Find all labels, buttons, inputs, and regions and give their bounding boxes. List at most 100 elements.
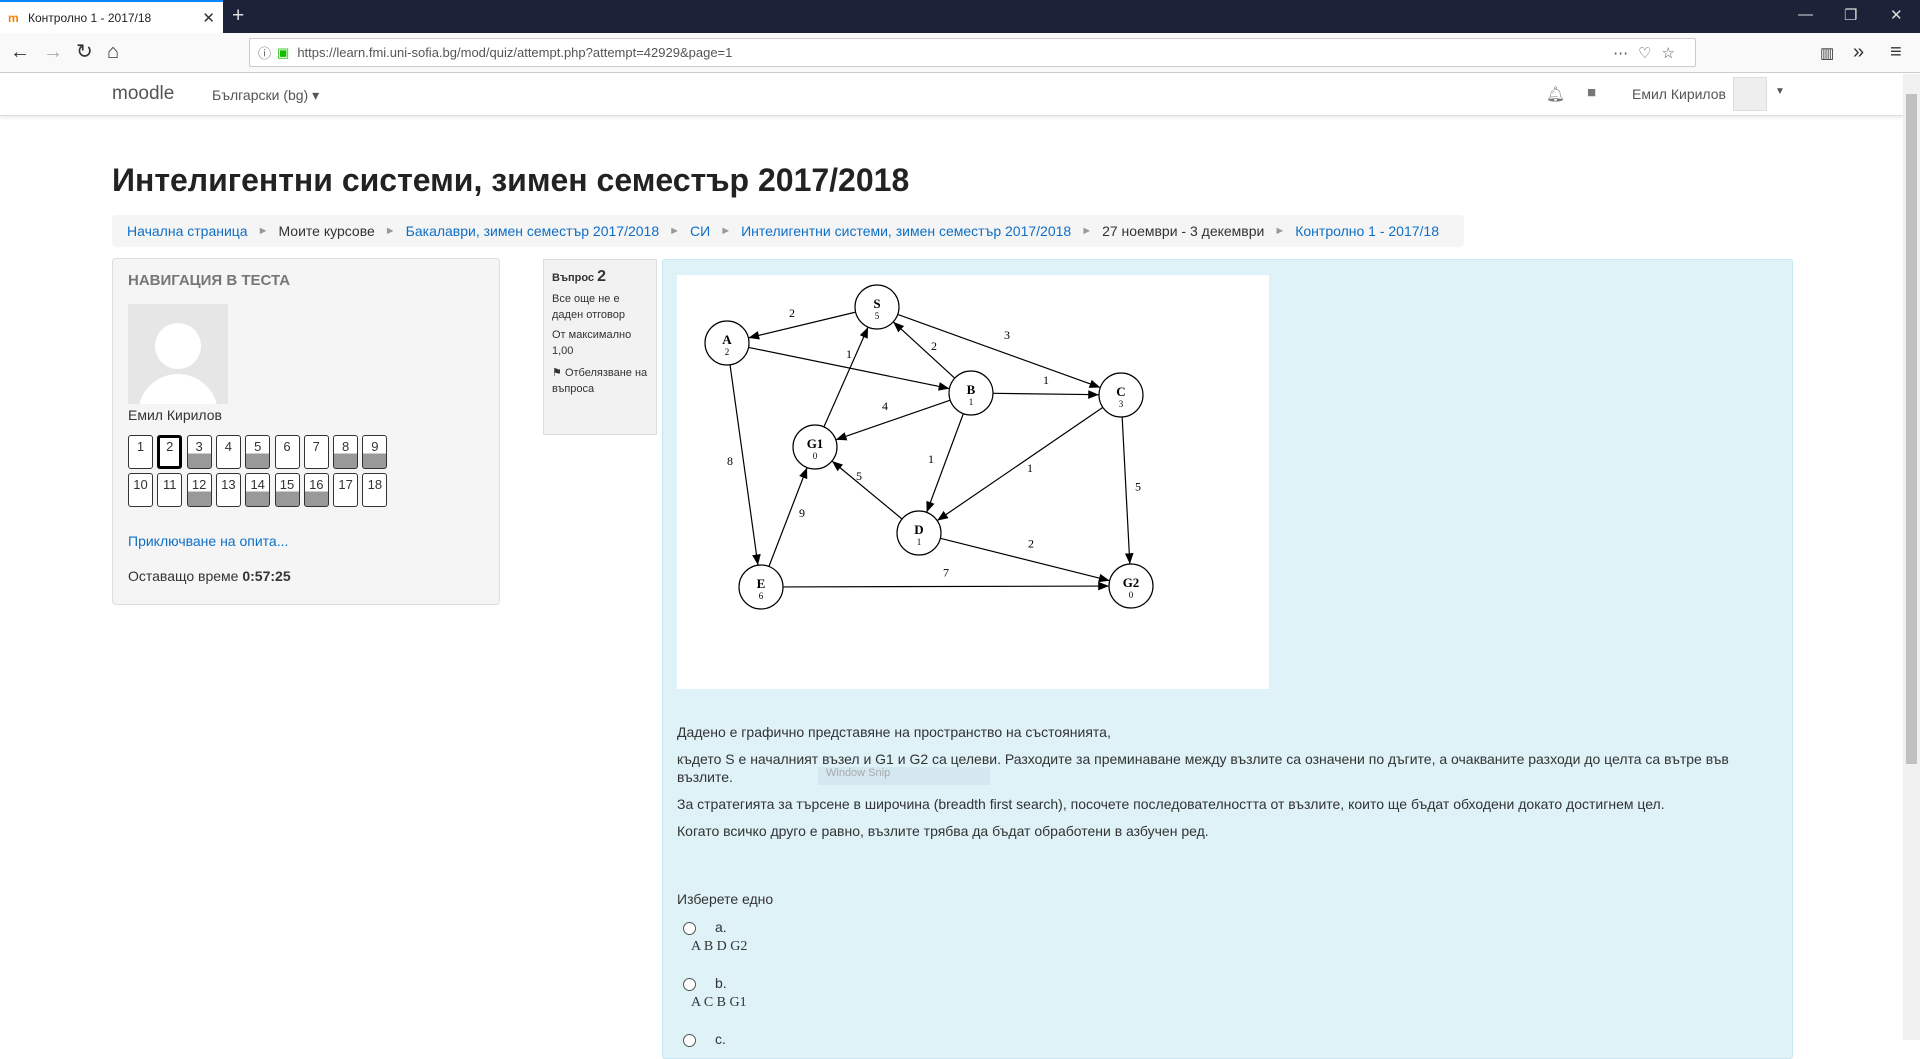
- breadcrumb-separator-icon: ►: [720, 225, 732, 237]
- question-button-4[interactable]: 4: [215, 435, 241, 469]
- question-button-6[interactable]: 6: [274, 435, 300, 469]
- page-scrollbar[interactable]: [1903, 74, 1920, 1040]
- question-button-3[interactable]: 3: [186, 435, 212, 469]
- graph-edge-weight: 2: [931, 339, 937, 353]
- breadcrumb-item[interactable]: Контролно 1 - 2017/18: [1295, 223, 1439, 239]
- breadcrumb-item[interactable]: Бакалаври, зимен семестър 2017/2018: [406, 223, 659, 239]
- radio-c[interactable]: [683, 1034, 696, 1047]
- menu-icon[interactable]: ≡: [1890, 41, 1902, 63]
- moodle-brand[interactable]: moodle: [112, 83, 174, 105]
- graph-edge-weight: 5: [1135, 480, 1141, 494]
- breadcrumb-item[interactable]: Интелигентни системи, зимен семестър 201…: [741, 223, 1071, 239]
- tab-title: Контролно 1 - 2017/18: [28, 10, 152, 25]
- graph-edge-D-G2: [940, 537, 1110, 583]
- question-button-16[interactable]: 16: [303, 473, 329, 507]
- breadcrumb-separator-icon: ►: [669, 225, 681, 237]
- messages-icon[interactable]: ■: [1587, 84, 1596, 101]
- state-space-graph: 23182141155297S5A2B1C3G10D1E6G20: [677, 275, 1269, 689]
- overflow-icon[interactable]: »: [1853, 41, 1864, 63]
- new-tab-icon[interactable]: +: [232, 4, 244, 28]
- minimize-icon[interactable]: —: [1798, 6, 1813, 23]
- question-status: Все още не е даден отговор: [552, 293, 625, 321]
- question-button-12[interactable]: 12: [186, 473, 212, 507]
- window-snip-overlay: Window Snip: [818, 767, 990, 785]
- restore-icon[interactable]: ❐: [1844, 6, 1857, 24]
- question-paragraph-4: Когато всичко друго е равно, възлите тря…: [677, 823, 1209, 839]
- question-button-18[interactable]: 18: [362, 473, 388, 507]
- chevron-down-icon: ▾: [312, 87, 320, 103]
- breadcrumb-separator-icon: ►: [384, 225, 396, 237]
- graph-node-heuristic: 0: [1129, 590, 1134, 600]
- breadcrumb-separator-icon: ►: [1274, 225, 1286, 237]
- question-info: Въпрос 2 Все още не е даден отговор От м…: [543, 259, 657, 435]
- close-window-icon[interactable]: ✕: [1890, 6, 1903, 24]
- breadcrumb-item[interactable]: СИ: [690, 223, 710, 239]
- home-icon[interactable]: ⌂: [107, 41, 119, 63]
- flag-question[interactable]: ⚑ Отбелязване на въпроса: [552, 365, 648, 397]
- graph-node-label: E: [757, 576, 766, 591]
- language-menu[interactable]: Български (bg) ▾: [212, 87, 319, 104]
- moodle-navbar: moodle Български (bg) ▾ 🔔︎ ■ Емил Кирило…: [0, 74, 1903, 116]
- graph-edge-S-C: [897, 313, 1101, 389]
- graph-node-heuristic: 0: [813, 451, 818, 461]
- user-menu-name[interactable]: Емил Кирилов: [1632, 86, 1726, 102]
- info-icon[interactable]: ⓘ: [258, 43, 271, 62]
- graph-node-label: G1: [807, 436, 824, 451]
- finish-attempt-link[interactable]: Приключване на опита...: [128, 533, 288, 549]
- sidebar-icon[interactable]: ▥: [1820, 43, 1834, 65]
- moodle-favicon-icon: m: [8, 10, 19, 25]
- graph-edge-weight: 2: [789, 306, 795, 320]
- flag-icon: ⚑: [552, 367, 562, 379]
- graph-edge-C-D: [936, 406, 1104, 522]
- question-button-17[interactable]: 17: [333, 473, 359, 507]
- question-button-10[interactable]: 10: [128, 473, 153, 507]
- graph-edge-weight: 2: [1028, 537, 1034, 551]
- flag-label: Отбелязване на въпроса: [552, 367, 648, 395]
- question-button-8[interactable]: 8: [333, 435, 359, 469]
- time-remaining: Оставащо време 0:57:25: [128, 568, 291, 584]
- graph-edge-weight: 1: [1027, 461, 1033, 475]
- question-button-13[interactable]: 13: [215, 473, 241, 507]
- question-button-9[interactable]: 9: [362, 435, 388, 469]
- address-bar[interactable]: ⓘ ▣ https://learn.fmi.uni-sofia.bg/mod/q…: [249, 38, 1696, 67]
- question-button-7[interactable]: 7: [303, 435, 329, 469]
- user-menu-caret-icon[interactable]: ▼: [1775, 86, 1785, 97]
- forward-icon[interactable]: →: [43, 41, 63, 63]
- graph-edge-weight: 9: [799, 506, 805, 520]
- browser-tab[interactable]: m Контролно 1 - 2017/18 ✕: [0, 0, 223, 33]
- question-max-value: 1,00: [552, 345, 574, 357]
- question-max-label: От максимално: [552, 329, 632, 341]
- breadcrumb-item[interactable]: Начална страница: [127, 223, 248, 239]
- close-tab-icon[interactable]: ✕: [202, 9, 215, 27]
- reload-icon[interactable]: ↻: [76, 41, 93, 63]
- radio-b[interactable]: [683, 978, 696, 991]
- back-icon[interactable]: ←: [10, 41, 30, 63]
- question-button-15[interactable]: 15: [274, 473, 300, 507]
- graph-edge-weight: 1: [846, 347, 852, 361]
- quiz-user-name: Емил Кирилов: [128, 407, 222, 423]
- url-text: https://learn.fmi.uni-sofia.bg/mod/quiz/…: [297, 45, 733, 60]
- question-button-1[interactable]: 1: [128, 435, 153, 469]
- graph-edge-B-S: [892, 321, 956, 379]
- option-text: A C B G1: [691, 995, 747, 1010]
- graph-edge-A-E: [729, 364, 761, 566]
- breadcrumb-separator-icon: ►: [1081, 225, 1093, 237]
- graph-edge-weight: 4: [882, 399, 888, 413]
- graph-edge-B-G1: [835, 399, 951, 441]
- question-button-14[interactable]: 14: [245, 473, 271, 507]
- time-label: Оставащо време: [128, 568, 239, 584]
- graph-node-heuristic: 1: [969, 397, 974, 407]
- question-paragraph-3: За стратегията за търсене в широчина (br…: [677, 796, 1665, 812]
- question-button-2[interactable]: 2: [157, 435, 183, 469]
- notification-bell-icon[interactable]: 🔔︎: [1546, 85, 1565, 103]
- page-title: Интелигентни системи, зимен семестър 201…: [112, 162, 910, 198]
- breadcrumb-item: 27 ноември - 3 декември: [1102, 223, 1265, 239]
- graph-edge-C-G2: [1121, 416, 1134, 565]
- avatar[interactable]: [1733, 77, 1767, 111]
- page-actions-icon[interactable]: ⋯♡☆: [1613, 44, 1685, 62]
- scrollbar-thumb[interactable]: [1906, 94, 1917, 764]
- question-button-11[interactable]: 11: [157, 473, 183, 507]
- graph-edge-B-C: [992, 390, 1100, 399]
- radio-a[interactable]: [683, 922, 696, 935]
- question-button-5[interactable]: 5: [245, 435, 271, 469]
